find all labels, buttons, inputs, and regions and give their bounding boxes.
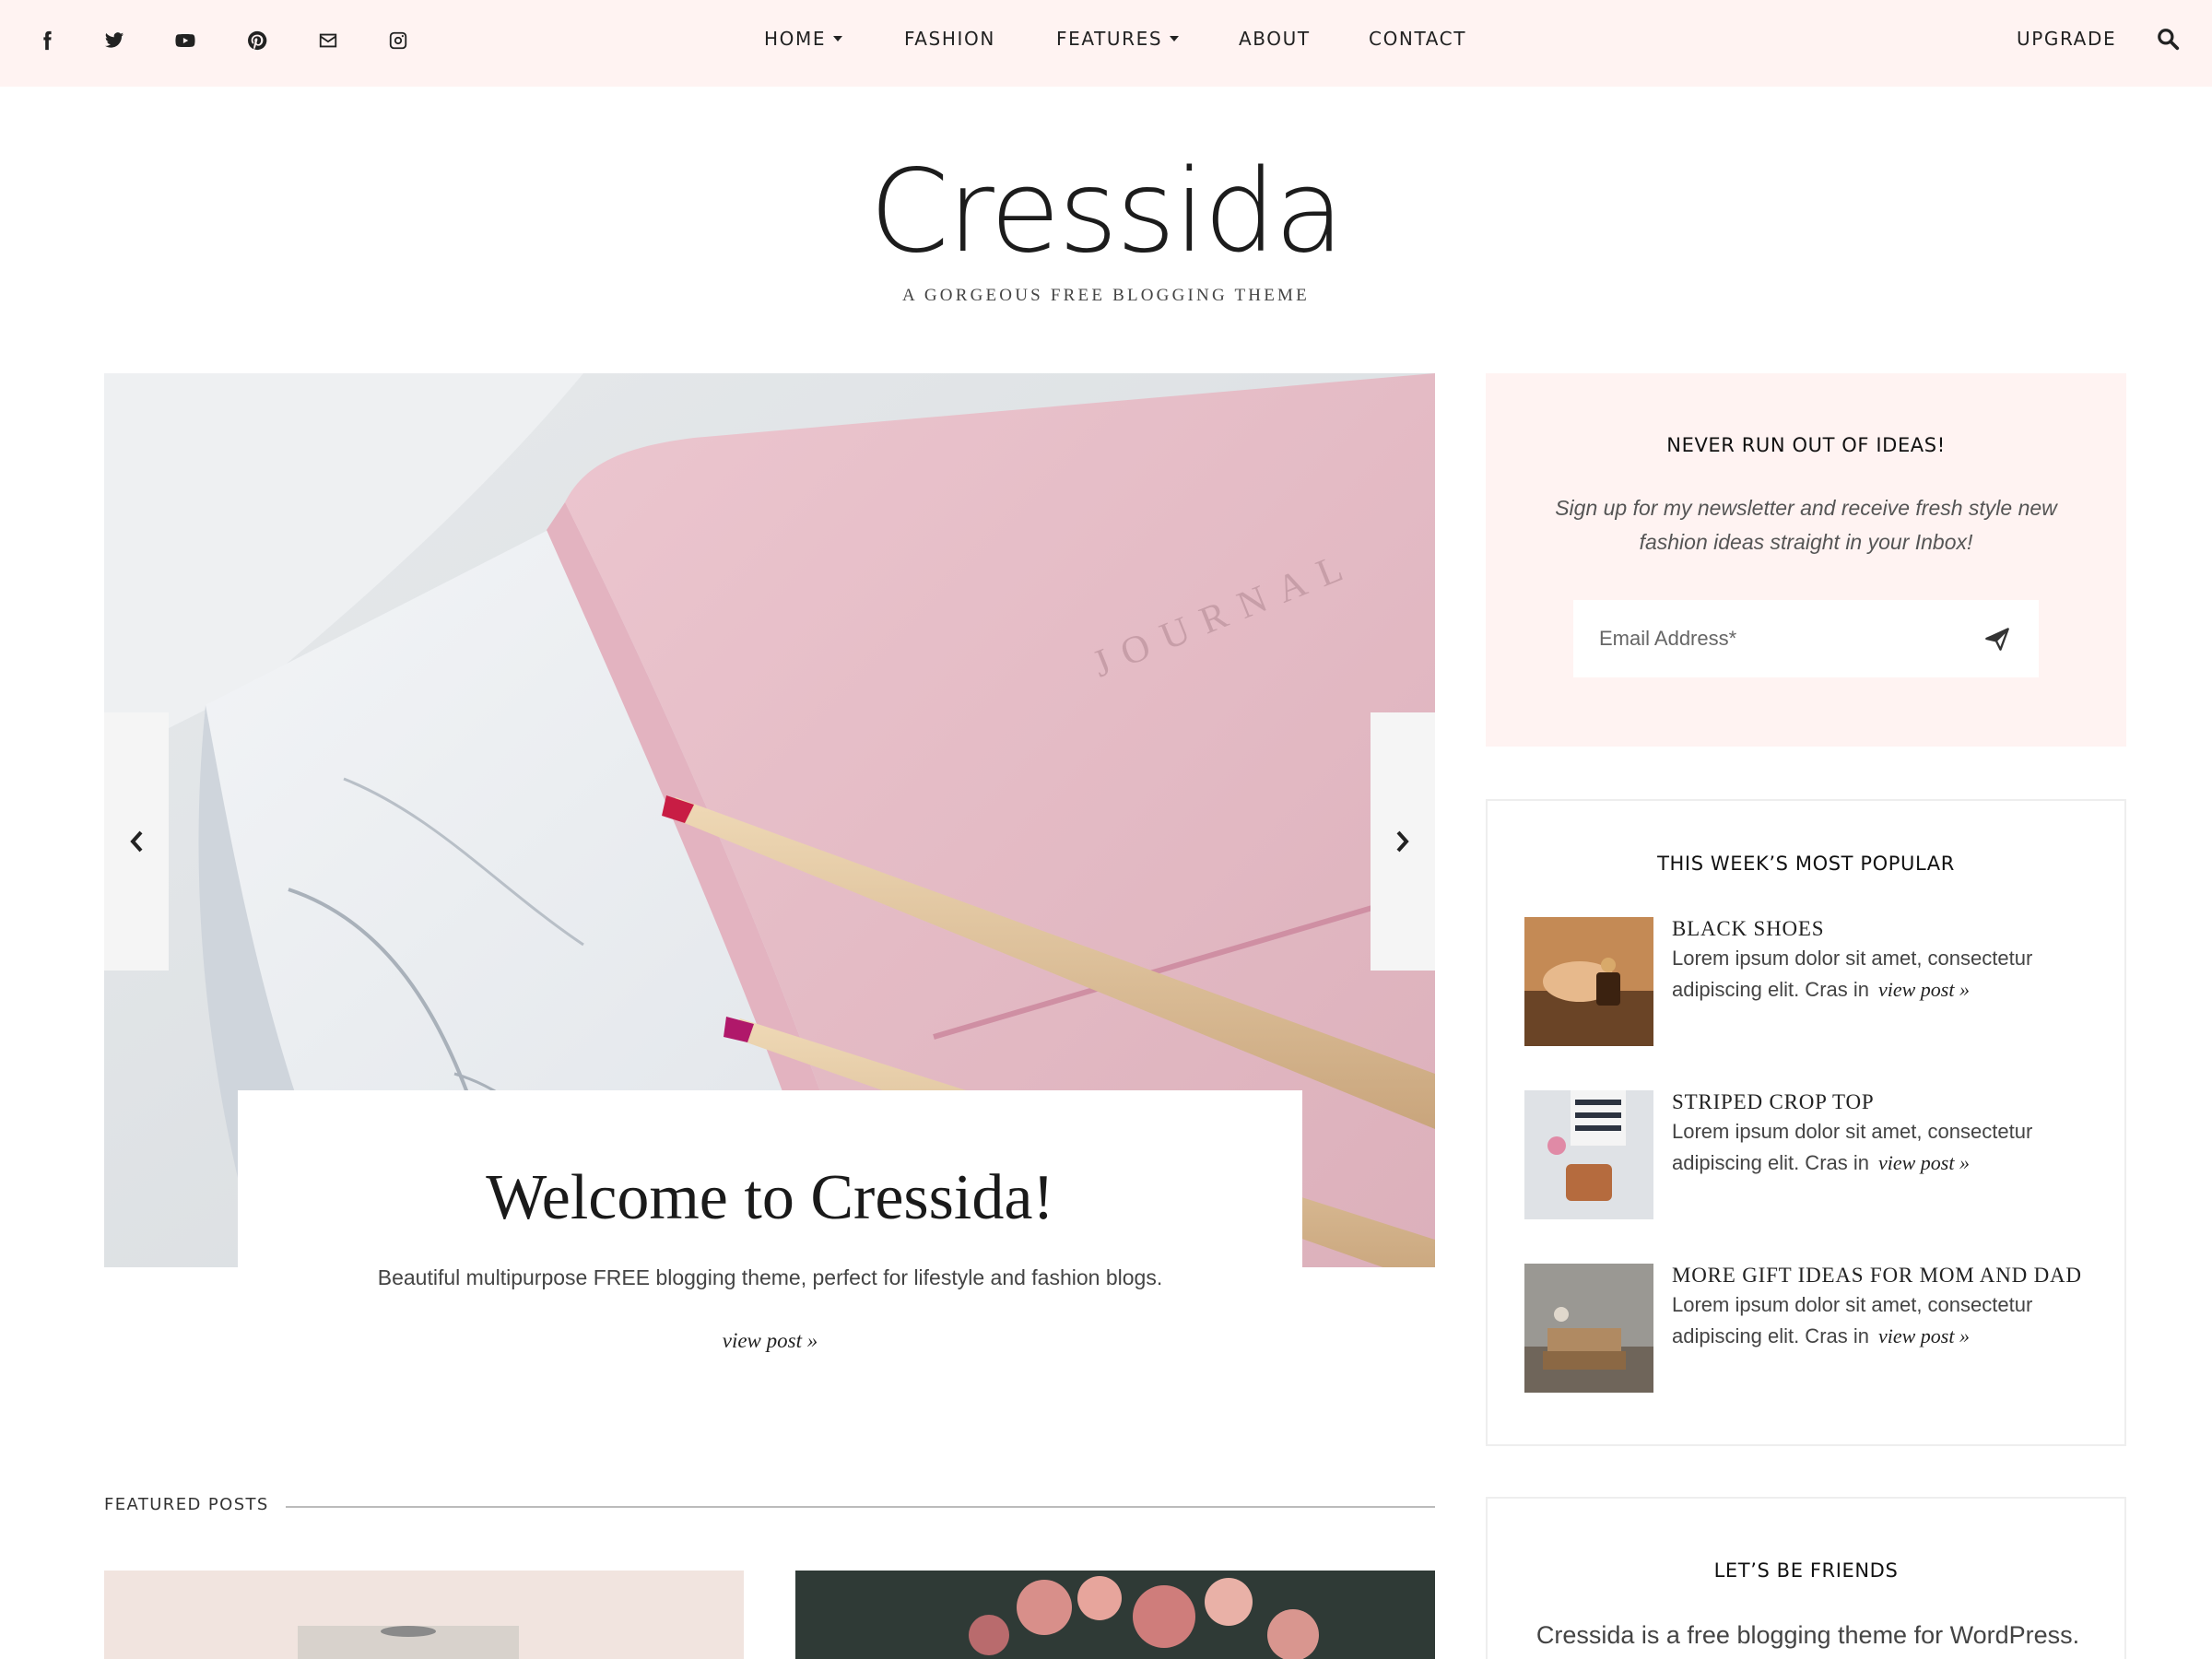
nav-upgrade[interactable]: UPGRADE	[2017, 25, 2116, 53]
nav-fashion[interactable]: FASHION	[904, 25, 995, 53]
post-thumbnail-image	[1524, 1090, 1653, 1219]
facebook-icon[interactable]	[29, 22, 65, 59]
popular-post-title[interactable]: BLACK SHOES	[1672, 917, 1824, 941]
featured-post-image[interactable]	[795, 1571, 1435, 1659]
chevron-down-icon	[833, 35, 843, 41]
paper-plane-icon	[1985, 628, 2009, 651]
post-thumbnail-image	[1524, 917, 1653, 1046]
popular-post-view-link[interactable]: view post »	[1878, 1324, 1970, 1347]
popular-post-title[interactable]: MORE GIFT IDEAS FOR MOM AND DAD	[1672, 1264, 2082, 1288]
nav-fashion-label: FASHION	[904, 28, 995, 50]
post-thumbnail-image	[1524, 1264, 1653, 1393]
popular-post-title[interactable]: STRIPED CROP TOP	[1672, 1090, 1874, 1114]
popular-posts-widget: THIS WEEK’S MOST POPULAR BLACK SHOES Lor…	[1486, 799, 2126, 1446]
friends-title: LET’S BE FRIENDS	[1713, 1559, 1899, 1582]
featured-post-image[interactable]	[104, 1571, 744, 1659]
about-widget: LET’S BE FRIENDS Cressida is a free blog…	[1486, 1497, 2126, 1659]
popular-post-thumbnail[interactable]	[1524, 1264, 1653, 1393]
nav-contact-label: CONTACT	[1369, 28, 1467, 50]
nav-features[interactable]: FEATURES	[1056, 25, 1180, 53]
search-icon	[2158, 29, 2180, 51]
top-bar: HOME FASHION FEATURES ABOUT CONTACT UPGR…	[0, 0, 2212, 87]
email-form	[1573, 600, 2039, 677]
slider-next-button[interactable]	[1371, 712, 1435, 971]
nav-home[interactable]: HOME	[764, 25, 843, 53]
nav-about[interactable]: ABOUT	[1239, 25, 1311, 53]
nav-about-label: ABOUT	[1239, 28, 1311, 50]
friends-text: Cressida is a free blogging theme for Wo…	[1535, 1621, 2080, 1649]
nav-home-label: HOME	[764, 28, 827, 50]
featured-posts-heading: FEATURED POSTS	[104, 1495, 269, 1514]
popular-post-excerpt: Lorem ipsum dolor sit amet, consectetur …	[1672, 1289, 2096, 1352]
popular-post-thumbnail[interactable]	[1524, 1090, 1653, 1219]
site-logo[interactable]: Cressida	[830, 147, 1382, 276]
twitter-icon[interactable]	[96, 22, 133, 59]
popular-post-item: MORE GIFT IDEAS FOR MOM AND DAD Lorem ip…	[1524, 1264, 2096, 1393]
popular-title: THIS WEEK’S MOST POPULAR	[1657, 853, 1955, 875]
email-icon[interactable]	[310, 22, 347, 59]
slide-excerpt: Beautiful multipurpose FREE blogging the…	[377, 1265, 1163, 1289]
instagram-icon[interactable]	[380, 22, 417, 59]
nav-contact[interactable]: CONTACT	[1369, 25, 1466, 53]
nav-upgrade-label: UPGRADE	[2017, 28, 2117, 50]
chevron-right-icon	[1396, 830, 1409, 853]
nav-features-label: FEATURES	[1056, 28, 1163, 50]
chevron-left-icon	[130, 830, 143, 853]
newsletter-text: Sign up for my newsletter and receive fr…	[1555, 496, 2057, 554]
youtube-icon[interactable]	[167, 22, 204, 59]
newsletter-widget: NEVER RUN OUT OF IDEAS! Sign up for my n…	[1486, 373, 2126, 747]
search-button[interactable]	[2151, 22, 2184, 55]
popular-post-thumbnail[interactable]	[1524, 917, 1653, 1046]
popular-post-excerpt: Lorem ipsum dolor sit amet, consectetur …	[1672, 943, 2096, 1006]
popular-post-view-link[interactable]: view post »	[1878, 1151, 1970, 1174]
site-tagline: A GORGEOUS FREE BLOGGING THEME	[902, 286, 1310, 305]
featured-post-2-image	[795, 1571, 1435, 1659]
email-field[interactable]	[1573, 600, 1960, 677]
slider-prev-button[interactable]	[104, 712, 169, 971]
popular-post-item: BLACK SHOES Lorem ipsum dolor sit amet, …	[1524, 917, 2096, 1046]
subscribe-button[interactable]	[1979, 622, 2016, 655]
popular-post-item: STRIPED CROP TOP Lorem ipsum dolor sit a…	[1524, 1090, 2096, 1219]
pinterest-icon[interactable]	[239, 22, 276, 59]
newsletter-title: NEVER RUN OUT OF IDEAS!	[1666, 434, 1946, 456]
popular-post-excerpt-text: Lorem ipsum dolor sit amet, consectetur …	[1672, 947, 2033, 1001]
popular-post-excerpt-text: Lorem ipsum dolor sit amet, consectetur …	[1672, 1120, 2033, 1174]
popular-post-view-link[interactable]: view post »	[1878, 978, 1970, 1001]
featured-divider	[286, 1506, 1435, 1508]
popular-post-excerpt: Lorem ipsum dolor sit amet, consectetur …	[1672, 1116, 2096, 1179]
slide-title[interactable]: Welcome to Cressida!	[238, 1157, 1302, 1240]
slide-view-post-link[interactable]: view post »	[238, 1329, 1302, 1353]
popular-post-excerpt-text: Lorem ipsum dolor sit amet, consectetur …	[1672, 1293, 2033, 1347]
chevron-down-icon	[1170, 35, 1180, 41]
featured-post-1-image	[104, 1571, 744, 1659]
